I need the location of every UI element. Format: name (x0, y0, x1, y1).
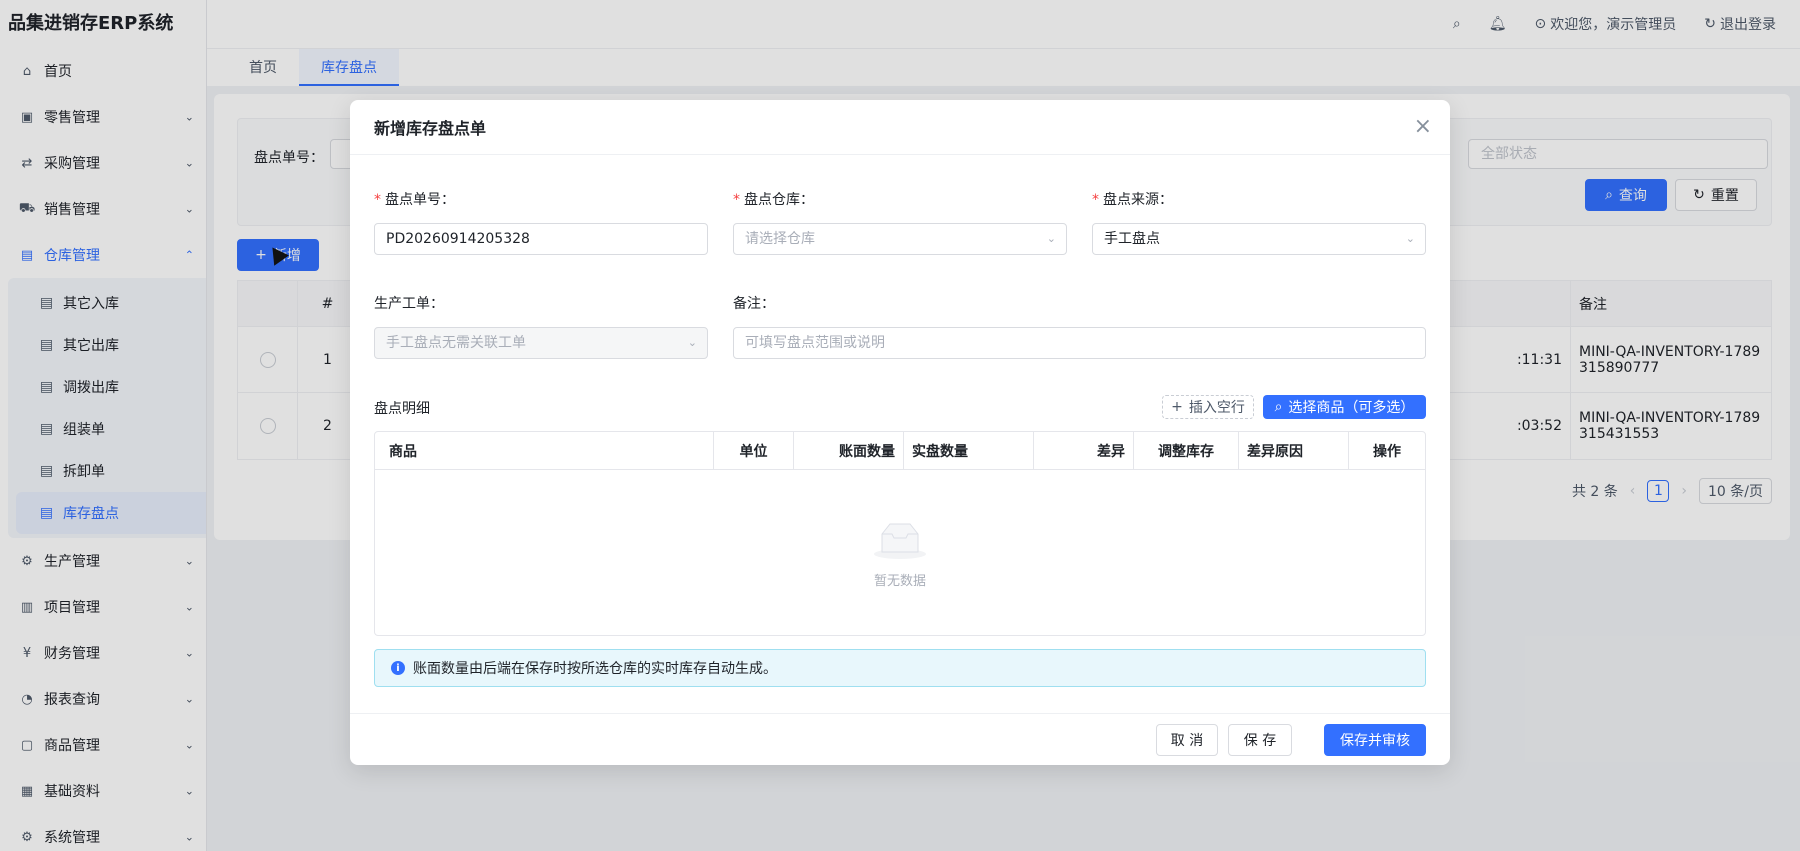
chevron-down-icon: ⌄ (1405, 232, 1415, 245)
col-book-qty: 账面数量 (794, 432, 904, 469)
col-diff: 差异 (1034, 432, 1134, 469)
order-no-label: * 盘点单号： (374, 192, 455, 208)
plus-icon: + (1171, 399, 1183, 415)
chevron-down-icon: ⌄ (687, 336, 697, 349)
work-order-label: 生产工单： (374, 296, 444, 312)
modal-footer: 取 消 保 存 保存并审核 (350, 713, 1450, 765)
new-stocktake-modal: 新增库存盘点单 × * 盘点单号： PD20260914205328 * 盘点仓库：… (350, 100, 1450, 765)
save-button[interactable]: 保 存 (1228, 724, 1292, 756)
order-no-input[interactable]: PD20260914205328 (374, 223, 708, 255)
detail-table-header: 商品 单位 账面数量 实盘数量 差异 调整库存 差异原因 操作 (375, 432, 1425, 470)
insert-row-button[interactable]: + 插入空行 (1162, 395, 1254, 419)
col-adjust: 调整库存 (1134, 432, 1239, 469)
insert-row-label: 插入空行 (1188, 400, 1245, 416)
info-icon: i (391, 661, 405, 675)
chevron-down-icon: ⌄ (1046, 232, 1056, 245)
source-label: * 盘点来源： (1092, 192, 1173, 208)
col-actual-qty: 实盘数量 (904, 432, 1034, 469)
warehouse-placeholder: 请选择仓库 (745, 231, 815, 247)
cancel-button[interactable]: 取 消 (1156, 724, 1218, 756)
detail-section-title: 盘点明细 (374, 401, 430, 417)
save-and-audit-button[interactable]: 保存并审核 (1324, 724, 1426, 756)
work-order-select: 手工盘点无需关联工单 ⌄ (374, 327, 708, 359)
select-goods-label: 选择商品（可多选） (1288, 400, 1415, 416)
source-value: 手工盘点 (1104, 231, 1160, 247)
empty-box-icon (872, 520, 928, 560)
empty-text: 暂无数据 (873, 574, 926, 589)
warehouse-select[interactable]: 请选择仓库 ⌄ (733, 223, 1067, 255)
col-unit: 单位 (714, 432, 794, 469)
search-icon: ⌕ (1274, 399, 1283, 415)
col-goods: 商品 (375, 432, 714, 469)
select-goods-button[interactable]: ⌕ 选择商品（可多选） (1263, 395, 1426, 419)
warehouse-label: * 盘点仓库： (733, 192, 814, 208)
modal-title: 新增库存盘点单 (374, 119, 487, 138)
empty-state: 暂无数据 (375, 520, 1425, 589)
remark-input[interactable]: 可填写盘点范围或说明 (733, 327, 1426, 359)
col-reason: 差异原因 (1239, 432, 1349, 469)
close-icon[interactable]: × (1414, 116, 1432, 138)
detail-table: 商品 单位 账面数量 实盘数量 差异 调整库存 差异原因 操作 暂无数据 (374, 431, 1426, 636)
modal-header: 新增库存盘点单 × (350, 100, 1450, 155)
info-alert: i 账面数量由后端在保存时按所选仓库的实时库存自动生成。 (374, 649, 1426, 687)
info-text: 账面数量由后端在保存时按所选仓库的实时库存自动生成。 (413, 661, 777, 677)
source-select[interactable]: 手工盘点 ⌄ (1092, 223, 1426, 255)
col-action: 操作 (1373, 443, 1401, 460)
remark-label: 备注： (733, 296, 775, 312)
work-order-value: 手工盘点无需关联工单 (386, 335, 526, 351)
